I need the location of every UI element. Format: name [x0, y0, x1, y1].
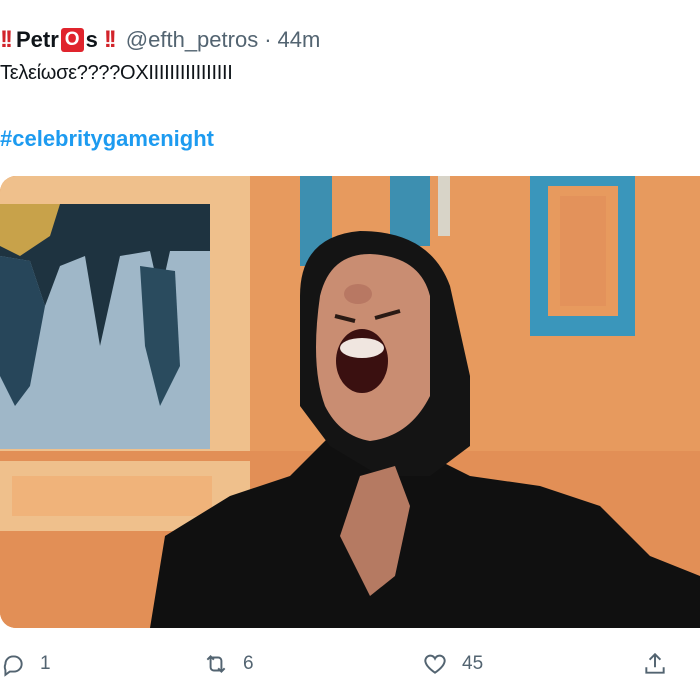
tweet-media-photo[interactable] — [0, 176, 700, 628]
share-button[interactable] — [642, 651, 668, 677]
tweet-header: !! Petr Os !! @efth_petros · 44m — [0, 22, 700, 58]
share-icon — [645, 652, 665, 674]
o-button-emoji: O — [60, 28, 84, 52]
reply-count: 1 — [40, 653, 51, 674]
tweet-text: Τελείωσε????ΟΧΙΙΙΙΙΙΙΙΙΙΙΙΙΙΙΙ — [0, 62, 233, 84]
tweet-time[interactable]: 44m — [278, 27, 321, 53]
separator-dot: · — [264, 27, 272, 52]
author-name[interactable]: Petr Os — [16, 27, 98, 53]
author-name-part: Petr — [15, 27, 59, 52]
retweet-button[interactable]: 6 — [203, 651, 254, 677]
reply-icon — [3, 655, 23, 677]
reply-button[interactable]: 1 — [0, 651, 51, 677]
retweet-icon — [206, 655, 226, 673]
tweet-actions: 1 6 45 — [0, 645, 700, 685]
double-exclamation-emoji: !! — [103, 26, 117, 53]
photo-illustration — [0, 176, 700, 628]
author-handle[interactable]: @efth_petros — [126, 27, 258, 53]
heart-icon — [424, 654, 446, 674]
like-button[interactable]: 45 — [422, 651, 483, 677]
hashtag-link[interactable]: #celebritygamenight — [0, 126, 214, 152]
retweet-count: 6 — [243, 653, 254, 674]
like-count: 45 — [462, 653, 484, 674]
author-name-part: s — [85, 27, 98, 52]
double-exclamation-emoji: !! — [0, 26, 13, 53]
